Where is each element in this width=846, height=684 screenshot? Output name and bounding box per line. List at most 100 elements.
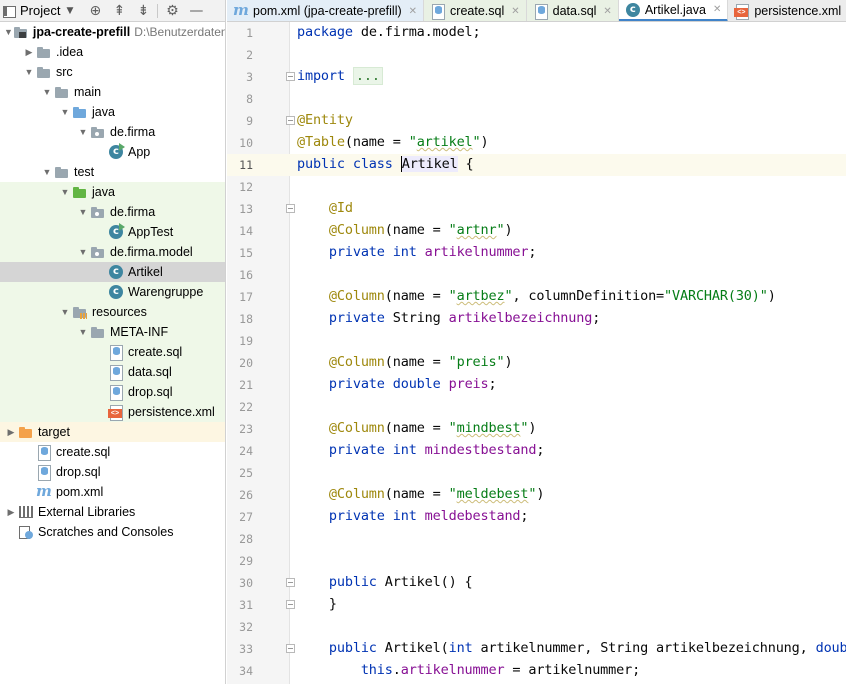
code-line[interactable]: 12 (227, 176, 846, 198)
code-line[interactable]: 14 @Column(name = "artnr") (227, 220, 846, 242)
tree-item-idea[interactable]: ▶ .idea (0, 42, 225, 62)
code-line[interactable]: 28 (227, 528, 846, 550)
fold-marker-icon[interactable] (286, 644, 295, 653)
tree-item-jpa-create-prefill[interactable]: ▼ jpa-create-prefill D:\Benutzerdaten\ (0, 22, 226, 42)
chevron-down-icon[interactable]: ▼ (76, 207, 90, 217)
chevron-down-icon[interactable]: ▼ (76, 127, 90, 137)
code-line[interactable]: 29 (227, 550, 846, 572)
tab-persistence-xml[interactable]: persistence.xml✕ (728, 0, 846, 21)
fold-marker-icon[interactable] (286, 204, 295, 213)
code-line[interactable]: 31 } (227, 594, 846, 616)
code-line[interactable]: 13 @Id (227, 198, 846, 220)
tree-item-resources[interactable]: ▼ resources (0, 302, 225, 322)
chevron-down-icon[interactable]: ▼ (58, 187, 72, 197)
code-line[interactable]: 25 (227, 462, 846, 484)
chevron-right-icon[interactable]: ▶ (22, 47, 36, 58)
code-line[interactable]: 22 (227, 396, 846, 418)
tree-item-scratches-and-consoles[interactable]: Scratches and Consoles (0, 522, 225, 542)
tab-artikel-java[interactable]: Artikel.java ✕ (618, 0, 729, 21)
code-line[interactable]: 17 @Column(name = "artbez", columnDefini… (227, 286, 846, 308)
fold-marker-icon[interactable] (286, 578, 295, 587)
close-icon[interactable]: ✕ (511, 6, 519, 17)
code-line[interactable]: 10 @Table(name = "artikel") (227, 132, 846, 154)
fold-marker-icon[interactable] (286, 72, 295, 81)
tree-item-data-sql[interactable]: data.sql (0, 362, 225, 382)
fold-marker-icon[interactable] (286, 116, 295, 125)
tree-item-de-firma[interactable]: ▼ de.firma (0, 122, 225, 142)
code-line[interactable]: 19 (227, 330, 846, 352)
code-editor[interactable]: 1 package de.firma.model; 2 3 import ... 8 9 @E… (227, 22, 846, 684)
tree-item-java[interactable]: ▼ java (0, 102, 225, 122)
code-line[interactable]: 34 this.artikelnummer = artikelnummer; (227, 660, 846, 682)
tree-item-app[interactable]: App (0, 142, 225, 162)
tree-item-create-sql[interactable]: create.sql (0, 442, 225, 462)
code-line[interactable]: 26 @Column(name = "meldebest") (227, 484, 846, 506)
fold-marker-icon[interactable] (286, 600, 295, 609)
code-line[interactable]: 15 private int artikelnummer; (227, 242, 846, 264)
chevron-down-icon[interactable]: ▼ (76, 327, 90, 337)
code-line[interactable]: 30 public Artikel() { (227, 572, 846, 594)
tree-item-pom-xml[interactable]: pom.xml (0, 482, 225, 502)
project-path: D:\Benutzerdaten\ (134, 25, 226, 39)
code-line[interactable]: 11 public class Artikel { (227, 154, 846, 176)
close-icon[interactable]: ✕ (603, 6, 611, 17)
minimize-icon[interactable]: — (184, 1, 208, 21)
chevron-down-icon[interactable]: ▼ (40, 87, 54, 97)
project-tree: ▼ jpa-create-prefill D:\Benutzerdaten\ ▶ .id… (0, 22, 226, 542)
code-line[interactable]: 9 @Entity (227, 110, 846, 132)
test-folder-icon (72, 184, 88, 200)
code-line[interactable]: 2 (227, 44, 846, 66)
gear-icon[interactable]: ⚙ (160, 1, 184, 21)
tree-item-apptest[interactable]: AppTest (0, 222, 225, 242)
tree-item-create-sql[interactable]: create.sql (0, 342, 225, 362)
chevron-down-icon[interactable]: ▼ (76, 247, 90, 257)
tab-pom-xml-jpa-create-prefill[interactable]: pom.xml (jpa-create-prefill) ✕ (227, 0, 425, 21)
tree-item-src[interactable]: ▼ src (0, 62, 225, 82)
tree-item-warengruppe[interactable]: Warengruppe (0, 282, 225, 302)
project-view-selector[interactable]: Project (20, 3, 60, 18)
class-icon (625, 2, 641, 18)
close-icon[interactable]: ✕ (713, 4, 721, 15)
chevron-down-icon[interactable]: ▼ (22, 67, 36, 77)
code-line[interactable]: 33 public Artikel(int artikelnummer, Str… (227, 638, 846, 660)
tree-item-external-libraries[interactable]: ▶ External Libraries (0, 502, 225, 522)
tree-item-de-firma[interactable]: ▼ de.firma (0, 202, 225, 222)
chevron-down-icon[interactable]: ▼ (58, 107, 72, 117)
chevron-right-icon[interactable]: ▶ (4, 507, 18, 518)
close-icon[interactable]: ✕ (409, 6, 417, 17)
line-number: 9 (246, 114, 253, 128)
tree-item-java[interactable]: ▼ java (0, 182, 225, 202)
code-line[interactable]: 8 (227, 88, 846, 110)
code-line[interactable]: 18 private String artikelbezeichnung; (227, 308, 846, 330)
code-line[interactable]: 23 @Column(name = "mindbest") (227, 418, 846, 440)
tree-item-meta-inf[interactable]: ▼ META-INF (0, 322, 225, 342)
code-line[interactable]: 24 private int mindestbestand; (227, 440, 846, 462)
tree-item-de-firma-model[interactable]: ▼ de.firma.model (0, 242, 225, 262)
tree-item-label: src (56, 65, 73, 79)
code-line[interactable]: 20 @Column(name = "preis") (227, 352, 846, 374)
code-line[interactable]: 16 (227, 264, 846, 286)
code-line[interactable]: 27 private int meldebestand; (227, 506, 846, 528)
chevron-down-icon[interactable]: ▼ (4, 27, 13, 37)
code-line[interactable]: 1 package de.firma.model; (227, 22, 846, 44)
chevron-down-icon[interactable]: ▼ (58, 307, 72, 317)
tree-item-artikel[interactable]: Artikel (0, 262, 225, 282)
locate-icon[interactable]: ⊕ (83, 1, 107, 21)
chevron-right-icon[interactable]: ▶ (4, 427, 18, 438)
expand-all-icon[interactable]: ⇟ (131, 1, 155, 21)
code-line[interactable]: 3 import ... (227, 66, 846, 88)
tab-data-sql[interactable]: data.sql ✕ (526, 0, 619, 21)
tab-create-sql[interactable]: create.sql ✕ (424, 0, 527, 21)
chevron-down-icon[interactable]: ▼ (66, 6, 73, 16)
code-line[interactable]: 21 private double preis; (227, 374, 846, 396)
tree-item-main[interactable]: ▼ main (0, 82, 225, 102)
code-line[interactable]: 32 (227, 616, 846, 638)
tree-item-test[interactable]: ▼ test (0, 162, 225, 182)
tree-item-target[interactable]: ▶ target (0, 422, 225, 442)
tree-item-persistence-xml[interactable]: persistence.xml (0, 402, 225, 422)
tree-item-drop-sql[interactable]: drop.sql (0, 382, 225, 402)
collapse-all-icon[interactable]: ⇞ (107, 1, 131, 21)
tree-item-drop-sql[interactable]: drop.sql (0, 462, 225, 482)
maven-icon (233, 2, 249, 19)
chevron-down-icon[interactable]: ▼ (40, 167, 54, 177)
